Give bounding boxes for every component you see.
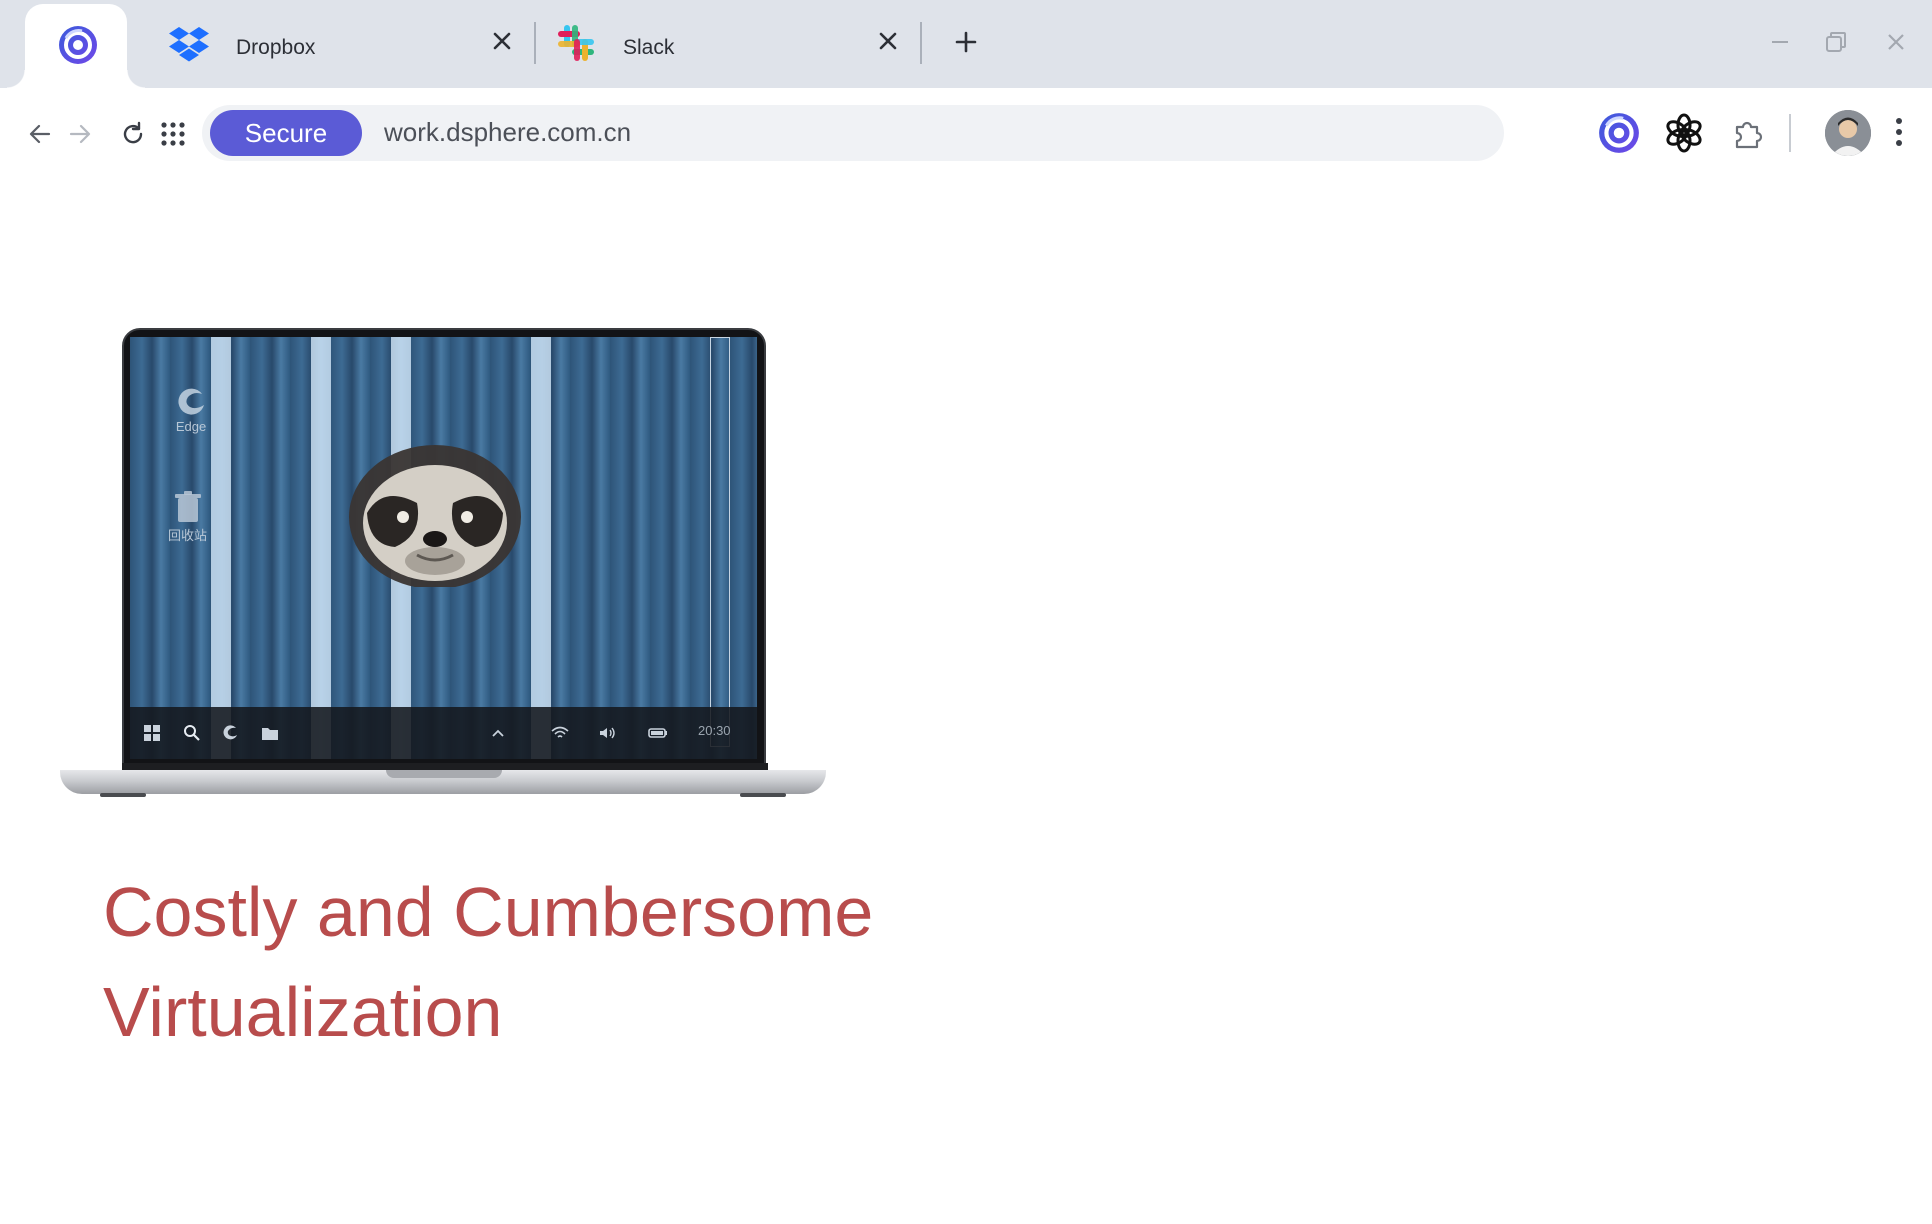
extensions-button[interactable] xyxy=(1726,110,1772,156)
apps-grid-icon xyxy=(161,122,185,146)
dsphere-icon xyxy=(1599,113,1639,153)
close-window-button[interactable] xyxy=(1880,26,1912,58)
secure-badge[interactable]: Secure xyxy=(210,110,362,156)
url-text[interactable]: work.dsphere.com.cn xyxy=(384,117,631,148)
virtual-taskbar: 20:30 xyxy=(130,707,757,759)
address-bar[interactable]: Secure work.dsphere.com.cn xyxy=(202,105,1504,161)
more-menu-button[interactable] xyxy=(1884,114,1914,150)
tab-dropbox[interactable]: Dropbox xyxy=(168,4,528,88)
dsphere-icon xyxy=(57,24,99,71)
laptop-foot xyxy=(740,793,786,797)
edge-icon xyxy=(218,722,242,744)
tab-home[interactable] xyxy=(7,4,145,88)
desktop-icon-recycle-bin: 回收站 xyxy=(168,489,207,544)
battery-icon xyxy=(646,722,670,744)
close-icon xyxy=(1888,34,1904,50)
more-vertical-icon xyxy=(1896,118,1902,146)
close-tab-icon[interactable] xyxy=(487,26,517,56)
search-icon xyxy=(180,722,204,744)
puzzle-icon xyxy=(1735,121,1763,149)
edge-icon xyxy=(178,388,204,415)
restore-icon xyxy=(1826,32,1846,52)
toolbar-divider xyxy=(1789,114,1791,152)
chevron-up-icon xyxy=(486,722,510,744)
plus-icon xyxy=(955,31,977,53)
taskbar-clock: 20:30 xyxy=(698,723,731,738)
arrow-left-icon xyxy=(29,124,51,144)
volume-icon xyxy=(596,722,620,744)
tab-separator xyxy=(920,22,922,64)
close-tab-icon[interactable] xyxy=(873,26,903,56)
desktop-icon-label: 回收站 xyxy=(168,528,208,543)
tab-strip: Dropbox Slack xyxy=(0,0,1932,88)
desktop-icon-edge: Edge xyxy=(174,385,208,434)
new-tab-button[interactable] xyxy=(950,26,982,58)
tab-slack[interactable]: Slack xyxy=(555,4,915,88)
virtual-desktop-screen: Edge 回收站 20:30 xyxy=(130,337,757,759)
forward-button[interactable] xyxy=(64,118,96,150)
wifi-icon xyxy=(548,722,572,744)
dropbox-icon xyxy=(168,22,210,69)
windows-start-icon xyxy=(140,722,164,744)
laptop-notch xyxy=(386,770,502,778)
avatar[interactable] xyxy=(1825,110,1871,156)
sloth-wallpaper xyxy=(349,445,521,587)
back-button[interactable] xyxy=(24,118,56,150)
minimize-icon xyxy=(1772,41,1788,43)
reload-icon xyxy=(123,121,143,144)
screen-glitch-stripe xyxy=(311,337,331,759)
reload-button[interactable] xyxy=(117,118,149,150)
desktop-icon-label: Edge xyxy=(175,419,207,434)
browser-toolbar: Secure work.dsphere.com.cn xyxy=(0,88,1932,178)
extension-openai[interactable] xyxy=(1661,110,1707,156)
recycle-bin-icon xyxy=(174,491,201,522)
tab-label: Slack xyxy=(623,36,675,59)
restore-button[interactable] xyxy=(1820,26,1852,58)
screen-glitch-stripe xyxy=(211,337,231,759)
screen-glitch-stripe xyxy=(710,337,730,747)
tab-separator xyxy=(534,22,536,64)
extension-dsphere[interactable] xyxy=(1596,110,1642,156)
apps-button[interactable] xyxy=(157,118,189,150)
user-avatar-icon xyxy=(1825,110,1871,156)
screen-glitch-stripe xyxy=(531,337,551,759)
tab-label: Dropbox xyxy=(236,36,316,59)
slack-icon xyxy=(555,22,597,69)
minimize-button[interactable] xyxy=(1764,26,1796,58)
openai-icon xyxy=(1666,113,1702,153)
laptop-foot xyxy=(100,793,146,797)
arrow-right-icon xyxy=(69,124,91,144)
folder-icon xyxy=(258,722,282,744)
laptop-illustration: Edge 回收站 20:30 xyxy=(60,325,830,797)
hero-heading: Costly and Cumbersome Virtualization xyxy=(103,873,874,1051)
